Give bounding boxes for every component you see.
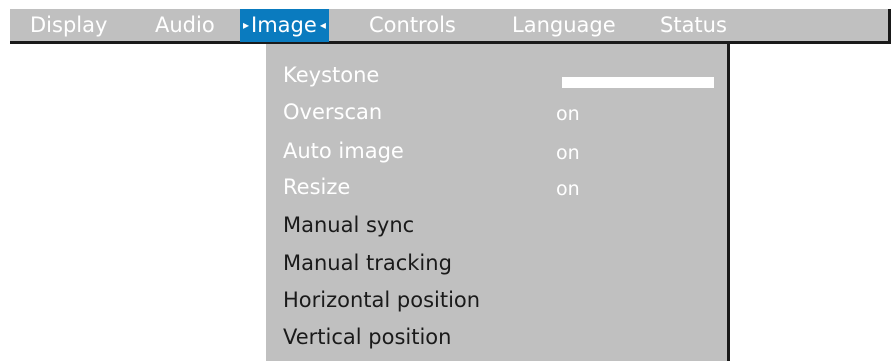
- left-arrow-icon: ◂: [319, 18, 326, 32]
- auto-image-value: on: [556, 142, 580, 164]
- right-arrow-icon: ▸: [243, 18, 250, 32]
- tab-controls[interactable]: Controls: [369, 9, 456, 42]
- tab-image[interactable]: ▸ Image ◂: [240, 9, 329, 42]
- tab-status[interactable]: Status: [660, 9, 727, 42]
- overscan-value: on: [556, 103, 580, 125]
- menu-item-manual-tracking[interactable]: Manual tracking: [283, 251, 452, 275]
- menu-item-horizontal-position[interactable]: Horizontal position: [283, 288, 480, 312]
- tab-language[interactable]: Language: [512, 9, 616, 42]
- image-submenu: Keystone Overscan on Auto image on Resiz…: [266, 44, 730, 361]
- resize-value: on: [556, 178, 580, 200]
- menu-item-keystone[interactable]: Keystone: [283, 63, 379, 87]
- menu-item-manual-sync[interactable]: Manual sync: [283, 213, 414, 237]
- menu-bar: Display Audio ▸ Image ◂ Controls Languag…: [10, 9, 891, 44]
- tab-display[interactable]: Display: [30, 9, 107, 42]
- tab-audio[interactable]: Audio: [155, 9, 215, 42]
- menu-item-resize[interactable]: Resize: [283, 175, 350, 199]
- menu-item-overscan[interactable]: Overscan: [283, 100, 382, 124]
- keystone-slider[interactable]: [562, 77, 714, 88]
- menu-item-vertical-position[interactable]: Vertical position: [283, 325, 451, 349]
- menu-item-auto-image[interactable]: Auto image: [283, 139, 404, 163]
- tab-image-label: Image: [251, 13, 317, 37]
